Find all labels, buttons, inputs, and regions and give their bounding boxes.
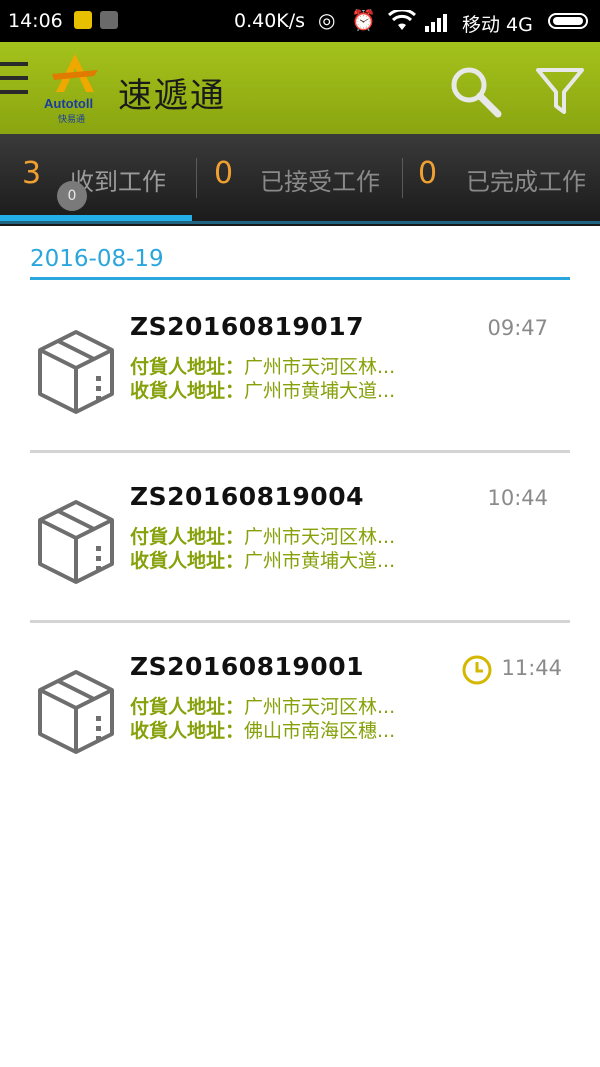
battery-icon [548, 13, 588, 29]
logo-subtext: 快易通 [58, 115, 86, 125]
list-item[interactable]: ZS20160819004 10:44 付貨人地址：广州市天河区林... 收貨人… [30, 470, 570, 640]
app-logo: Autotoll 快易通 [44, 52, 106, 125]
tab-bar: 3 收到工作 0 0 已接受工作 0 已完成工作 [0, 134, 600, 226]
shipper-label: 付貨人地址： [130, 696, 245, 718]
sync-icon: ◎ [318, 8, 336, 32]
date-divider [30, 277, 570, 280]
logo-a-icon [52, 54, 98, 92]
notification-bug-icon [100, 11, 118, 29]
menu-button[interactable] [0, 58, 30, 106]
tab-count: 0 [214, 156, 234, 191]
receiver-address: 收貨人地址：佛山市南海区穗... [130, 716, 395, 743]
receiver-label: 收貨人地址： [130, 380, 245, 402]
tab-count: 0 [418, 156, 438, 191]
receiver-value: 广州市黄埔大道... [244, 550, 396, 572]
receiver-address: 收貨人地址：广州市黄埔大道... [130, 376, 395, 403]
status-bar: 14:06 0.40K/s ◎ ⏰ 移动 4G [0, 0, 600, 42]
order-time: 09:47 [487, 316, 548, 340]
package-icon [38, 670, 114, 754]
order-time: 10:44 [487, 486, 548, 510]
item-divider [30, 450, 570, 453]
tab-completed[interactable]: 0 已完成工作 [402, 134, 600, 222]
item-divider [30, 620, 570, 623]
notification-app-icon [74, 11, 92, 29]
search-icon[interactable] [446, 62, 504, 120]
shipper-label: 付貨人地址： [130, 526, 245, 548]
date-header: 2016-08-19 [30, 246, 164, 272]
order-number: ZS20160819004 [130, 482, 364, 511]
wifi-icon [388, 10, 416, 30]
alarm-icon: ⏰ [351, 8, 376, 32]
shipper-value: 广州市天河区林... [244, 356, 396, 378]
shipper-label: 付貨人地址： [130, 356, 245, 378]
tab-count: 3 [22, 156, 42, 191]
tab-received[interactable]: 3 收到工作 0 [0, 134, 194, 222]
list-item[interactable]: ZS20160819017 09:47 付貨人地址：广州市天河区林... 收貨人… [30, 300, 570, 470]
carrier-label: 移动 4G [462, 14, 533, 36]
tab-underline [0, 221, 600, 224]
order-number: ZS20160819017 [130, 312, 364, 341]
order-number: ZS20160819001 [130, 652, 364, 681]
receiver-label: 收貨人地址： [130, 720, 245, 742]
receiver-label: 收貨人地址： [130, 550, 245, 572]
shipper-address: 付貨人地址：广州市天河区林... [130, 522, 395, 549]
tab-label: 已完成工作 [466, 168, 586, 196]
shipper-address: 付貨人地址：广州市天河区林... [130, 352, 395, 379]
tab-label: 已接受工作 [260, 168, 380, 196]
receiver-value: 广州市黄埔大道... [244, 380, 396, 402]
app-bar: Autotoll 快易通 速遞通 [0, 42, 600, 134]
shipper-value: 广州市天河区林... [244, 696, 396, 718]
filter-icon[interactable] [534, 64, 586, 116]
tab-accepted[interactable]: 0 已接受工作 [196, 134, 400, 222]
package-icon [38, 330, 114, 414]
order-time: 11:44 [501, 656, 562, 680]
logo-text: Autotoll [44, 96, 94, 111]
status-time: 14:06 [8, 10, 63, 32]
receiver-address: 收貨人地址：广州市黄埔大道... [130, 546, 395, 573]
app-title: 速遞通 [118, 76, 226, 116]
network-speed: 0.40K/s [234, 10, 306, 32]
shipper-value: 广州市天河区林... [244, 526, 396, 548]
signal-icon [425, 12, 451, 32]
list-item[interactable]: ZS20160819001 11:44 付貨人地址：广州市天河区林... 收貨人… [30, 640, 570, 810]
clock-icon [462, 655, 492, 685]
package-icon [38, 500, 114, 584]
unread-badge: 0 [57, 181, 87, 211]
receiver-value: 佛山市南海区穗... [244, 720, 396, 742]
shipper-address: 付貨人地址：广州市天河区林... [130, 692, 395, 719]
